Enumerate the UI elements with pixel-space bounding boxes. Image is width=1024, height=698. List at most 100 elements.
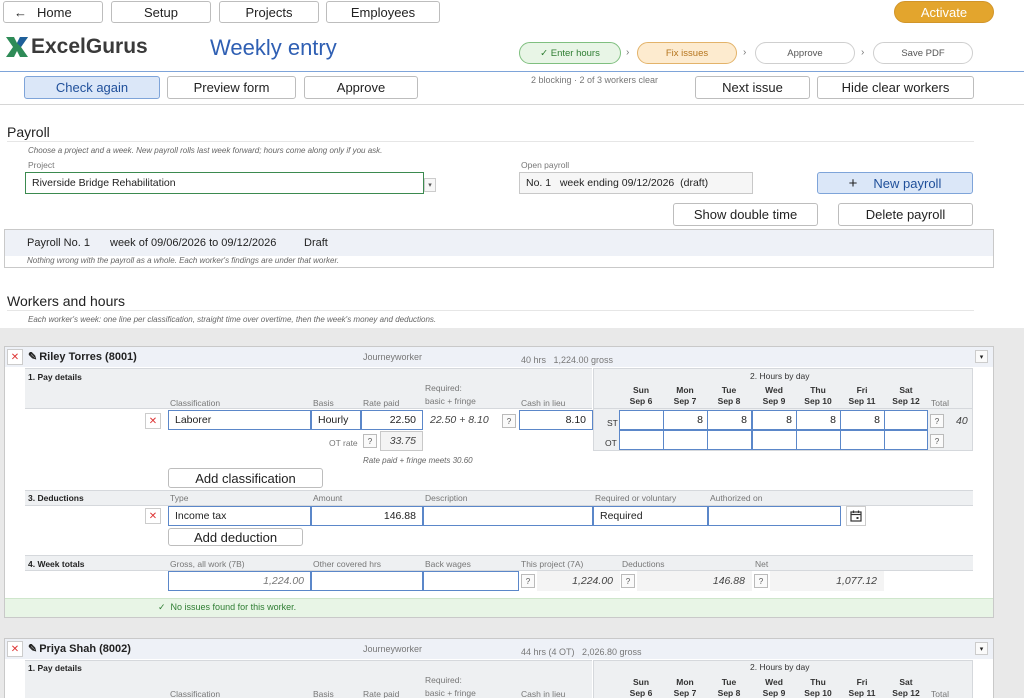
day-name: Sun: [632, 385, 650, 395]
help-icon[interactable]: ?: [363, 434, 377, 448]
worker-hours-summary: 44 hrs (4 OT) 2,026.80 gross: [521, 647, 642, 657]
open-payroll-select[interactable]: No. 1 week ending 09/12/2026 (draft): [519, 172, 753, 194]
step-enter-hours[interactable]: ✓ Enter hours: [519, 42, 621, 64]
pencil-icon: ✎: [28, 351, 38, 363]
pay-details-band: [25, 368, 592, 409]
other-covered-hours-input[interactable]: [311, 571, 423, 591]
ot-hours-cell[interactable]: [884, 430, 928, 450]
workers-section-title: Workers and hours: [7, 293, 126, 309]
help-icon[interactable]: ?: [502, 414, 516, 428]
day-date: Sep 8: [717, 396, 741, 406]
payroll-week: week of 09/06/2026 to 09/12/2026: [110, 237, 277, 249]
ot-hours-cell[interactable]: [707, 430, 752, 450]
deductions-band: [25, 490, 973, 506]
deduction-amount-input[interactable]: 146.88: [311, 506, 423, 526]
day-name: Thu: [810, 677, 826, 687]
hours-by-day-title: 2. Hours by day: [750, 662, 810, 672]
chevron-down-icon: ▾: [428, 182, 432, 189]
back-wages-input[interactable]: [423, 571, 519, 591]
st-label: ST: [607, 418, 618, 428]
remove-deduction-button[interactable]: ✕: [145, 508, 161, 524]
step-approve[interactable]: Approve: [755, 42, 855, 64]
st-hours-cell[interactable]: 8: [796, 410, 841, 430]
ot-hours-cell[interactable]: [752, 430, 797, 450]
worker-hours-summary: 40 hrs 1,224.00 gross: [521, 355, 614, 365]
col-classification: Classification: [170, 398, 221, 408]
st-hours-cell[interactable]: 8: [752, 410, 797, 430]
cash-in-lieu-input[interactable]: 8.10: [519, 410, 593, 430]
project-select[interactable]: Riverside Bridge Rehabilitation: [25, 172, 424, 194]
worker-name[interactable]: ✎ Priya Shah (8002): [28, 642, 131, 656]
day-header-tue: Tue Sep 8: [707, 385, 751, 407]
st-hours-cell[interactable]: [619, 410, 664, 430]
st-hours-cell[interactable]: 8: [663, 410, 708, 430]
day-date: Sep 10: [804, 396, 832, 406]
worker-ok-message: ✓ No issues found for this worker.: [158, 602, 297, 612]
basis-select[interactable]: Hourly: [311, 410, 361, 430]
payroll-summary-box: Payroll No. 1 week of 09/06/2026 to 09/1…: [4, 229, 994, 268]
open-payroll-label: Open payroll: [521, 160, 570, 170]
ot-hours-cell[interactable]: [663, 430, 708, 450]
classification-input[interactable]: Laborer: [168, 410, 311, 430]
st-hours-cell[interactable]: 8: [707, 410, 752, 430]
st-hours-cell[interactable]: [884, 410, 928, 430]
col-other-hours: Other covered hrs: [313, 559, 382, 569]
add-classification-button[interactable]: Add classification: [168, 468, 323, 488]
collapse-worker-button[interactable]: ▾: [975, 642, 988, 655]
deduction-description-input[interactable]: [423, 506, 593, 526]
add-deduction-button[interactable]: Add deduction: [168, 528, 303, 546]
deduction-required-select[interactable]: Required: [593, 506, 708, 526]
remove-worker-button[interactable]: ✕: [7, 641, 23, 657]
employees-button[interactable]: Employees: [326, 1, 440, 23]
col-basis: Basis: [313, 689, 334, 698]
day-name: Sat: [899, 385, 913, 395]
projects-button[interactable]: Projects: [219, 1, 319, 23]
project-dropdown-button[interactable]: ▾: [424, 178, 436, 192]
help-icon[interactable]: ?: [621, 574, 635, 588]
net-value: 1,077.12: [770, 571, 884, 591]
approve-button[interactable]: Approve: [304, 76, 418, 99]
col-authorized-on: Authorized on: [710, 493, 763, 503]
new-payroll-button[interactable]: + New payroll: [817, 172, 973, 194]
logo-text: ExcelGurus: [31, 35, 148, 58]
day-header-sun: Sun Sep 6: [619, 677, 663, 698]
hide-clear-workers-button[interactable]: Hide clear workers: [817, 76, 974, 99]
day-name: Mon: [676, 677, 694, 687]
ot-hours-cell[interactable]: [840, 430, 885, 450]
check-again-button[interactable]: Check again: [24, 76, 160, 99]
day-header-sun: Sun Sep 6: [619, 385, 663, 407]
preview-form-button[interactable]: Preview form: [167, 76, 296, 99]
col-cash-in-lieu: Cash in lieu: [521, 398, 566, 408]
help-icon[interactable]: ?: [930, 434, 944, 448]
show-double-time-button[interactable]: Show double time: [673, 203, 818, 226]
setup-button[interactable]: Setup: [111, 1, 211, 23]
help-icon[interactable]: ?: [521, 574, 535, 588]
calendar-glyph-icon: [850, 510, 862, 522]
collapse-worker-button[interactable]: ▾: [975, 350, 988, 363]
divider: [7, 141, 974, 142]
ot-hours-cell[interactable]: [619, 430, 664, 450]
next-issue-button[interactable]: Next issue: [695, 76, 810, 99]
help-icon[interactable]: ?: [754, 574, 768, 588]
logo: ExcelGurus: [4, 34, 148, 60]
day-date: Sep 9: [762, 396, 786, 406]
calendar-icon[interactable]: [846, 506, 866, 526]
delete-payroll-button[interactable]: Delete payroll: [838, 203, 973, 226]
day-name: Wed: [765, 385, 783, 395]
deduction-authorized-input[interactable]: [708, 506, 841, 526]
deduction-type-input[interactable]: Income tax: [168, 506, 311, 526]
st-hours-cell[interactable]: 8: [840, 410, 885, 430]
step-fix-issues[interactable]: Fix issues: [637, 42, 737, 64]
rate-paid-input[interactable]: 22.50: [361, 410, 423, 430]
remove-classification-button[interactable]: ✕: [145, 413, 161, 429]
gross-all-work-input[interactable]: 1,224.00: [168, 571, 311, 591]
step-save-pdf[interactable]: Save PDF: [873, 42, 973, 64]
pencil-icon: ✎: [28, 643, 38, 655]
home-button[interactable]: ← Home: [3, 1, 103, 23]
remove-worker-button[interactable]: ✕: [7, 349, 23, 365]
help-icon[interactable]: ?: [930, 414, 944, 428]
worker-name[interactable]: ✎ Riley Torres (8001): [28, 350, 137, 364]
ot-hours-cell[interactable]: [796, 430, 841, 450]
payroll-note: Nothing wrong with the payroll as a whol…: [27, 256, 340, 265]
activate-button[interactable]: Activate: [894, 1, 994, 23]
